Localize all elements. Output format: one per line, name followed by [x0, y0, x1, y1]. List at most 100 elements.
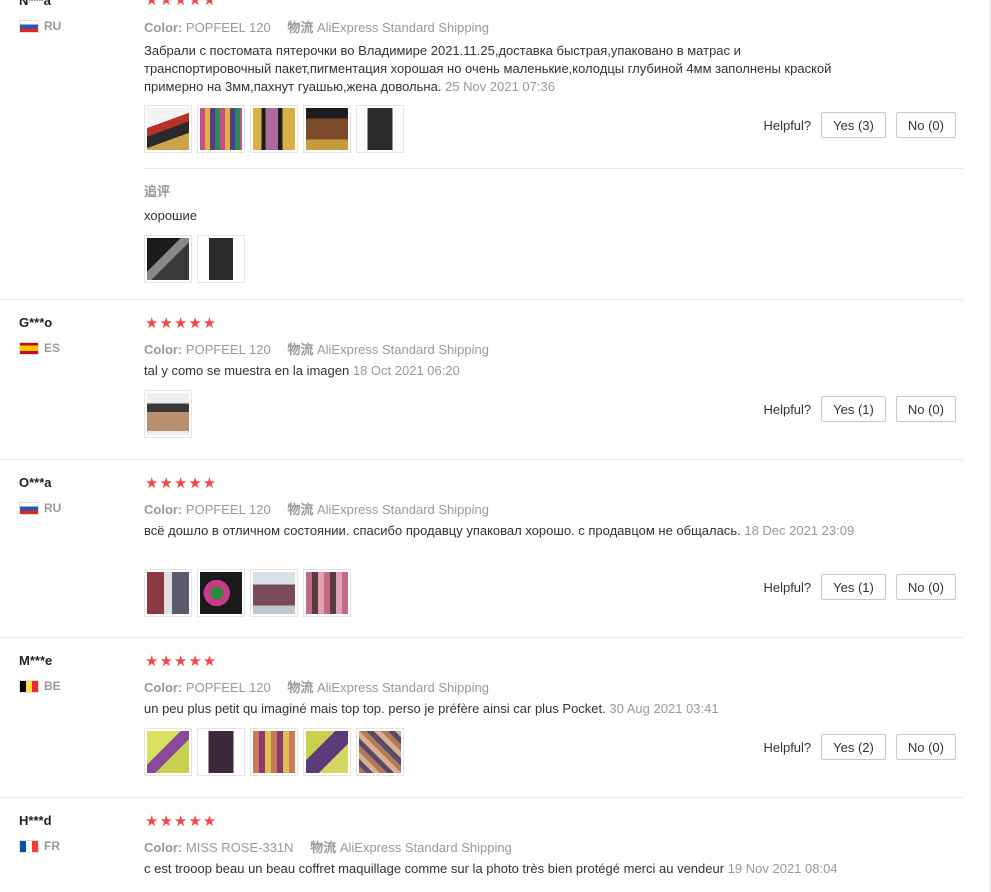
- product-meta: Color: POPFEEL 120 物流 AliExpress Standar…: [144, 339, 489, 358]
- followup-title: 追评: [144, 184, 171, 199]
- review-item: G***o ES ★★★★★ Color: POPFEEL 120 物流 Ali…: [0, 299, 963, 460]
- review-photo[interactable]: [197, 728, 245, 776]
- reviewer-country: RU: [19, 19, 61, 33]
- color-label: Color:: [144, 20, 183, 35]
- review-photos: [144, 390, 192, 438]
- review-photos: [144, 728, 404, 776]
- review-date: 18 Dec 2021 23:09: [744, 523, 855, 538]
- shipping-value: AliExpress Standard Shipping: [316, 342, 489, 357]
- rating-stars: ★★★★★: [145, 315, 218, 332]
- followup-text: хорошие: [144, 208, 197, 223]
- helpful-label: Helpful?: [763, 739, 812, 755]
- review-photos: [144, 569, 351, 617]
- country-code: BE: [44, 679, 61, 693]
- helpful-vote: Helpful? Yes (1) No (0): [763, 574, 956, 600]
- shipping-value: AliExpress Standard Shipping: [316, 502, 489, 517]
- reviewer-country: RU: [19, 501, 61, 515]
- helpful-yes-button[interactable]: Yes (3): [821, 112, 886, 138]
- review-date: 25 Nov 2021 07:36: [445, 79, 555, 94]
- review-photo[interactable]: [144, 569, 192, 617]
- product-meta: Color: MISS ROSE-331N 物流 AliExpress Stan…: [144, 837, 512, 856]
- helpful-yes-button[interactable]: Yes (2): [821, 734, 886, 760]
- rating-stars: ★★★★★: [145, 813, 218, 830]
- shipping-label: 物流: [287, 502, 314, 517]
- color-label: Color:: [144, 680, 183, 695]
- review-item: M***e BE ★★★★★ Color: POPFEEL 120 物流 Ali…: [0, 637, 963, 798]
- review-photo[interactable]: [144, 728, 192, 776]
- review-item: N***a RU ★★★★★ Color: POPFEEL 120 物流 Ali…: [0, 0, 963, 300]
- review-photo[interactable]: [250, 105, 298, 153]
- review-item: H***d FR ★★★★★ Color: MISS ROSE-331N 物流 …: [0, 797, 963, 892]
- review-photo[interactable]: [303, 569, 351, 617]
- color-value: POPFEEL 120: [185, 20, 271, 35]
- review-photo[interactable]: [144, 235, 192, 283]
- review-photo[interactable]: [144, 390, 192, 438]
- reviewer-name: G***o: [19, 315, 53, 330]
- review-body: un peu plus petit qu imaginé mais top to…: [144, 701, 606, 716]
- review-date: 19 Nov 2021 08:04: [727, 861, 838, 876]
- color-label: Color:: [144, 502, 183, 517]
- review-photo[interactable]: [144, 105, 192, 153]
- reviewer-name: N***a: [19, 0, 51, 8]
- helpful-yes-button[interactable]: Yes (1): [821, 396, 886, 422]
- review-photo[interactable]: [250, 728, 298, 776]
- shipping-value: AliExpress Standard Shipping: [316, 20, 489, 35]
- rating-stars: ★★★★★: [145, 653, 218, 670]
- shipping-value: AliExpress Standard Shipping: [316, 680, 489, 695]
- review-photo[interactable]: [303, 105, 351, 153]
- review-text: всё дошло в отличном состоянии. спасибо …: [144, 522, 864, 540]
- review-body: всё дошло в отличном состоянии. спасибо …: [144, 523, 741, 538]
- helpful-label: Helpful?: [763, 579, 812, 595]
- review-date: 30 Aug 2021 03:41: [609, 701, 719, 716]
- review-photo[interactable]: [197, 105, 245, 153]
- reviewer-country: FR: [19, 839, 60, 853]
- reviewer-country: ES: [19, 341, 60, 355]
- country-code: RU: [44, 501, 62, 515]
- helpful-no-button[interactable]: No (0): [895, 734, 956, 760]
- review-text: un peu plus petit qu imaginé mais top to…: [144, 700, 864, 718]
- helpful-label: Helpful?: [763, 401, 812, 417]
- color-value: POPFEEL 120: [185, 342, 271, 357]
- product-meta: Color: POPFEEL 120 物流 AliExpress Standar…: [144, 17, 489, 36]
- review-body: c est trooop beau un beau coffret maquil…: [144, 861, 725, 876]
- shipping-value: AliExpress Standard Shipping: [339, 840, 512, 855]
- helpful-no-button[interactable]: No (0): [895, 112, 956, 138]
- review-text: c est trooop beau un beau coffret maquil…: [144, 860, 864, 878]
- review-photo[interactable]: [303, 728, 351, 776]
- color-value: POPFEEL 120: [185, 680, 271, 695]
- color-label: Color:: [144, 840, 183, 855]
- shipping-label: 物流: [287, 20, 314, 35]
- reviewer-name: H***d: [19, 813, 52, 828]
- helpful-vote: Helpful? Yes (3) No (0): [763, 112, 956, 138]
- country-code: ES: [44, 341, 61, 355]
- followup-divider: [144, 168, 963, 169]
- rating-stars: ★★★★★: [145, 475, 218, 492]
- belgium-flag-icon: [19, 679, 39, 693]
- country-code: FR: [44, 839, 60, 853]
- review-text: Забрали с постомата пятерочки во Владими…: [144, 42, 864, 96]
- country-code: RU: [44, 19, 62, 33]
- followup-photos: [144, 235, 245, 283]
- color-label: Color:: [144, 342, 183, 357]
- spain-flag-icon: [19, 341, 39, 355]
- france-flag-icon: [19, 839, 39, 853]
- helpful-label: Helpful?: [763, 117, 812, 133]
- reviewer-country: BE: [19, 679, 61, 693]
- reviewer-name: M***e: [19, 653, 53, 668]
- review-item: O***a RU ★★★★★ Color: POPFEEL 120 物流 Ali…: [0, 459, 963, 638]
- product-meta: Color: POPFEEL 120 物流 AliExpress Standar…: [144, 677, 489, 696]
- helpful-no-button[interactable]: No (0): [895, 396, 956, 422]
- color-value: POPFEEL 120: [185, 502, 271, 517]
- review-photos: [144, 105, 404, 153]
- review-photo[interactable]: [197, 569, 245, 617]
- review-photo[interactable]: [356, 105, 404, 153]
- review-body: tal y como se muestra en la imagen: [144, 363, 350, 378]
- helpful-no-button[interactable]: No (0): [895, 574, 956, 600]
- review-text: tal y como se muestra en la imagen 18 Oc…: [144, 362, 864, 380]
- review-photo[interactable]: [356, 728, 404, 776]
- review-photo[interactable]: [250, 569, 298, 617]
- review-photo[interactable]: [197, 235, 245, 283]
- product-meta: Color: POPFEEL 120 物流 AliExpress Standar…: [144, 499, 489, 518]
- russia-flag-icon: [19, 19, 39, 33]
- helpful-yes-button[interactable]: Yes (1): [821, 574, 886, 600]
